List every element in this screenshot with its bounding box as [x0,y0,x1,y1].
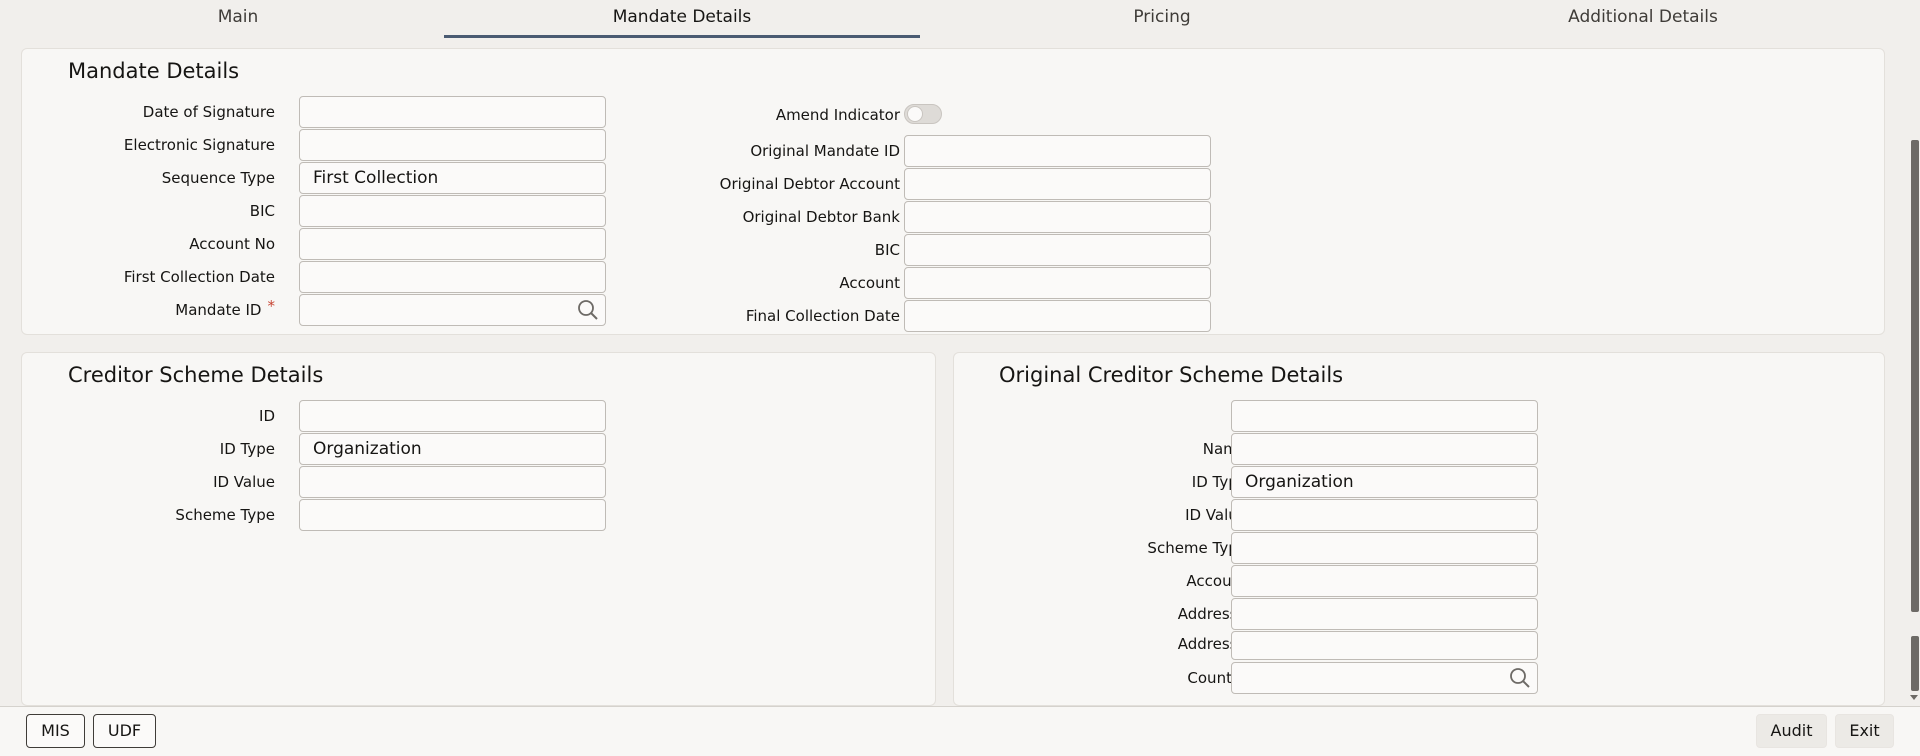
orig-creditor-id-type-label: ID Type [1191,473,1247,491]
electronic-signature-field[interactable] [299,129,606,161]
scroll-down-arrow-icon[interactable] [1910,695,1918,700]
required-mark: * [267,297,276,315]
mandate-id-label-text: Mandate ID [175,301,262,319]
audit-button[interactable]: Audit [1756,714,1827,748]
tab-bar: Main Mandate Details Pricing Additional … [0,0,1900,40]
scrollbar-thumb[interactable] [1911,140,1919,612]
orig-creditor-address2-field[interactable] [1231,631,1538,660]
account-field[interactable] [904,267,1211,299]
sequence-type-field[interactable] [299,162,606,194]
footer-bar: MIS UDF Audit Exit [0,706,1920,756]
tab-main[interactable]: Main [0,0,476,38]
udf-button[interactable]: UDF [93,714,156,748]
orig-creditor-id-label: ID [994,400,1247,432]
vertical-scrollbar[interactable] [1908,40,1920,705]
orig-creditor-id-value-field[interactable] [1231,499,1538,531]
orig-creditor-id-field[interactable] [1231,400,1538,432]
orig-creditor-account-label: Account [1186,572,1247,590]
original-bic-label: BIC [874,241,900,259]
exit-button[interactable]: Exit [1835,714,1894,748]
date-of-signature-label: Date of Signature [142,103,275,121]
mandate-details-title: Mandate Details [68,59,240,83]
first-collection-date-field[interactable] [299,261,606,293]
orig-creditor-name-label: Name [1202,440,1247,458]
orig-creditor-address2-label: Address2 [1177,635,1247,653]
orig-creditor-id-type-field[interactable] [1231,466,1538,498]
account-label: Account [839,274,900,292]
original-creditor-scheme-panel: Original Creditor Scheme Details ID Name… [953,352,1885,706]
creditor-id-label: ID [259,407,275,425]
creditor-scheme-type-field[interactable] [299,499,606,531]
mandate-id-field[interactable] [299,294,606,326]
creditor-id-type-label: ID Type [219,440,275,458]
date-of-signature-field[interactable] [299,96,606,128]
original-debtor-bank-label: Original Debtor Bank [742,208,900,226]
creditor-id-value-label: ID Value [213,473,275,491]
orig-creditor-name-field[interactable] [1231,433,1538,465]
mandate-details-panel: Mandate Details Date of Signature Electr… [21,48,1885,335]
final-collection-date-label: Final Collection Date [745,307,900,325]
account-no-label: Account No [189,235,275,253]
bic-label: BIC [249,202,275,220]
first-collection-date-label: First Collection Date [123,268,275,286]
tab-mandate-details[interactable]: Mandate Details [444,0,920,38]
original-bic-field[interactable] [904,234,1211,266]
sequence-type-label: Sequence Type [161,169,275,187]
orig-creditor-id-value-label: ID Value [1185,506,1247,524]
orig-creditor-address1-label: Address1 [1177,605,1247,623]
amend-indicator-toggle[interactable] [904,104,942,124]
orig-creditor-scheme-type-label: Scheme Type [1147,539,1247,557]
creditor-id-type-field[interactable] [299,433,606,465]
creditor-id-field[interactable] [299,400,606,432]
orig-creditor-country-field[interactable] [1231,662,1538,694]
search-icon[interactable] [1509,667,1531,689]
search-icon[interactable] [577,299,599,321]
tab-additional-details[interactable]: Additional Details [1405,0,1881,38]
mandate-id-label: Mandate ID * [82,294,275,326]
original-mandate-id-field[interactable] [904,135,1211,167]
creditor-scheme-panel: Creditor Scheme Details ID ID Type ID Va… [21,352,936,706]
final-collection-date-field[interactable] [904,300,1211,332]
orig-creditor-country-label: Country [1187,669,1247,687]
original-mandate-id-label: Original Mandate ID [750,142,900,160]
creditor-scheme-type-label: Scheme Type [175,506,275,524]
original-creditor-scheme-title: Original Creditor Scheme Details [999,363,1344,387]
bic-field[interactable] [299,195,606,227]
amend-indicator-label: Amend Indicator [775,106,900,124]
account-no-field[interactable] [299,228,606,260]
creditor-id-value-field[interactable] [299,466,606,498]
orig-creditor-account-field[interactable] [1231,565,1538,597]
tab-pricing[interactable]: Pricing [924,0,1400,38]
original-debtor-account-label: Original Debtor Account [719,175,900,193]
original-debtor-bank-field[interactable] [904,201,1211,233]
original-debtor-account-field[interactable] [904,168,1211,200]
electronic-signature-label: Electronic Signature [123,136,275,154]
toggle-knob [907,106,923,122]
orig-creditor-scheme-type-field[interactable] [1231,532,1538,564]
scrollbar-thumb-lower[interactable] [1911,636,1919,691]
orig-creditor-address1-field[interactable] [1231,598,1538,630]
mis-button[interactable]: MIS [26,714,85,748]
creditor-scheme-title: Creditor Scheme Details [68,363,324,387]
